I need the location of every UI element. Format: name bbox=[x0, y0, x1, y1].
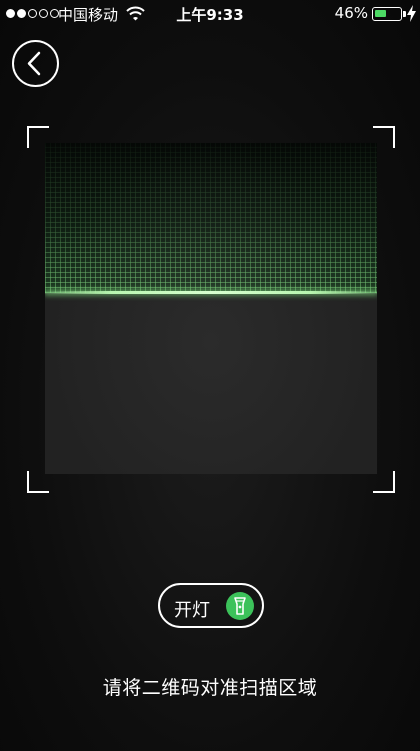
flashlight-label: 开灯 bbox=[174, 600, 210, 621]
scan-line bbox=[45, 291, 377, 294]
scan-corner-bottom-right bbox=[373, 471, 395, 493]
scan-corner-bottom-left bbox=[27, 471, 49, 493]
back-button[interactable] bbox=[12, 40, 59, 87]
scan-hint-text: 请将二维码对准扫描区域 bbox=[102, 677, 318, 699]
battery-percent: 46% bbox=[334, 4, 368, 22]
chevron-left-icon bbox=[27, 51, 41, 76]
battery-fill bbox=[375, 10, 386, 17]
qr-scanner-screen: 中国移动 上午9:33 46% 开灯 请将二维码对准扫描区域 bbox=[0, 0, 420, 751]
charging-bolt-icon bbox=[407, 5, 416, 22]
battery-cap bbox=[403, 11, 406, 17]
flashlight-toggle-button[interactable]: 开灯 bbox=[158, 583, 264, 628]
camera-viewfinder bbox=[45, 143, 377, 474]
flashlight-icon bbox=[226, 592, 254, 620]
scan-grid bbox=[45, 143, 377, 293]
status-bar: 中国移动 上午9:33 46% bbox=[0, 0, 420, 28]
battery-icon bbox=[372, 7, 402, 21]
